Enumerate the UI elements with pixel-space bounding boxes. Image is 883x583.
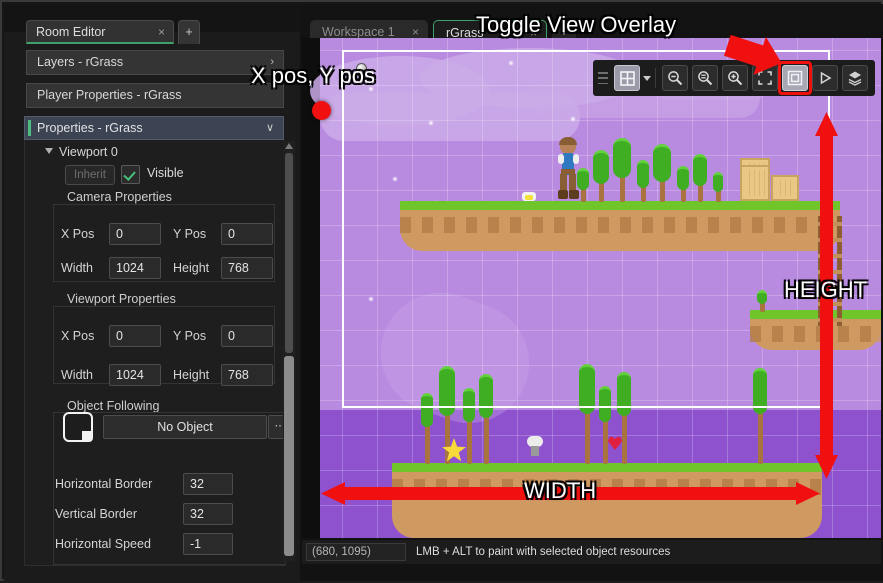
- game-scene: [310, 38, 881, 538]
- camera-properties-title: Camera Properties: [67, 190, 172, 204]
- scroll-up-arrow-icon[interactable]: [285, 143, 293, 149]
- zoom-reset-icon[interactable]: [692, 65, 718, 91]
- sheep-sprite: [527, 436, 543, 462]
- editor-statusbar: (680, 1095) LMB + ALT to paint with sele…: [302, 540, 881, 564]
- statusbar-hint: LMB + ALT to paint with selected object …: [416, 546, 671, 558]
- zoom-out-icon[interactable]: [662, 65, 688, 91]
- chevron-down-icon[interactable]: [643, 75, 651, 81]
- chevron-down-icon[interactable]: ∨: [266, 117, 274, 139]
- room-canvas[interactable]: [302, 38, 881, 538]
- app-window: Room Editor × + Layers - rGrass › Player…: [0, 0, 883, 581]
- layers-icon[interactable]: [842, 65, 868, 91]
- inherit-button[interactable]: Inherit: [65, 165, 115, 185]
- selected-accent-bar: [28, 120, 31, 136]
- visible-checkbox[interactable]: [121, 165, 140, 184]
- left-properties-panel: Room Editor × + Layers - rGrass › Player…: [4, 4, 300, 581]
- camera-x-pos-label: X Pos: [61, 227, 95, 241]
- cursor-coordinates: (680, 1095): [306, 543, 406, 561]
- platform-bottom: [392, 463, 822, 538]
- viewport-height-label: Height: [173, 368, 210, 382]
- disclosure-triangle-icon[interactable]: [45, 148, 53, 154]
- viewport-properties-title: Viewport Properties: [67, 292, 176, 306]
- toggle-view-overlay-icon[interactable]: [778, 61, 812, 95]
- properties-panel-header[interactable]: Properties - rGrass ∨: [24, 116, 284, 140]
- left-tabstrip: Room Editor × +: [4, 4, 300, 44]
- editor-toolbar: [593, 60, 875, 96]
- camera-height-label: Height: [173, 261, 210, 275]
- xy-origin-dot: [312, 101, 331, 120]
- tab-workspace-1-label: Workspace 1: [322, 25, 395, 39]
- viewport-y-pos-input[interactable]: 0: [221, 325, 273, 347]
- visible-label: Visible: [147, 166, 184, 180]
- viewport-tree-label: Viewport 0: [59, 145, 118, 159]
- camera-width-label: Width: [61, 261, 93, 275]
- scrollbar-thumb[interactable]: [284, 356, 294, 556]
- heart-sprite: [608, 436, 622, 450]
- camera-height-input[interactable]: 768: [221, 257, 273, 279]
- horizontal-border-input[interactable]: 32: [183, 473, 233, 495]
- editor-tabstrip: Workspace 1 × rGrass × +: [300, 4, 883, 46]
- camera-y-pos-label: Y Pos: [173, 227, 207, 241]
- viewport-overlay-rect: [342, 50, 830, 408]
- camera-width-input[interactable]: 1024: [109, 257, 161, 279]
- viewport-x-pos-label: X Pos: [61, 329, 95, 343]
- horizontal-border-label: Horizontal Border: [55, 477, 153, 491]
- grid-icon[interactable]: [614, 65, 640, 91]
- toolbar-grip-icon[interactable]: [598, 72, 608, 84]
- play-icon[interactable]: [812, 65, 838, 91]
- properties-panel-title: Properties - rGrass: [37, 121, 143, 135]
- close-icon[interactable]: ×: [158, 21, 165, 44]
- properties-panel-body: Viewport 0 Inherit Visible Camera Proper…: [24, 140, 286, 566]
- scrollbar-thumb-upper[interactable]: [285, 153, 293, 353]
- zoom-in-icon[interactable]: [722, 65, 748, 91]
- tab-room-editor[interactable]: Room Editor ×: [26, 20, 174, 44]
- room-editor-area: Workspace 1 × rGrass × + (680, 1095) LMB…: [300, 4, 883, 581]
- fit-to-screen-icon[interactable]: [752, 65, 778, 91]
- vertical-border-input[interactable]: 32: [183, 503, 233, 525]
- vertical-border-label: Vertical Border: [55, 507, 137, 521]
- layers-panel-label: Layers - rGrass: [37, 55, 124, 69]
- viewport-y-pos-label: Y Pos: [173, 329, 207, 343]
- tab-room-editor-label: Room Editor: [36, 25, 106, 39]
- horizontal-speed-label: Horizontal Speed: [55, 537, 151, 551]
- viewport-height-input[interactable]: 768: [221, 364, 273, 386]
- object-thumbnail: [63, 412, 93, 442]
- camera-x-pos-input[interactable]: 0: [109, 223, 161, 245]
- highlight-box: [778, 61, 812, 95]
- horizontal-speed-input[interactable]: -1: [183, 533, 233, 555]
- player-properties-panel-bar[interactable]: Player Properties - rGrass: [26, 83, 284, 108]
- layers-panel-bar[interactable]: Layers - rGrass ›: [26, 50, 284, 75]
- viewport-width-input[interactable]: 1024: [109, 364, 161, 386]
- star-sprite: [442, 438, 466, 462]
- chevron-right-icon[interactable]: ›: [270, 51, 274, 74]
- add-tab-button[interactable]: +: [178, 20, 200, 44]
- properties-scrollbar[interactable]: [283, 141, 295, 561]
- object-following-select[interactable]: No Object: [103, 415, 267, 439]
- viewport-x-pos-input[interactable]: 0: [109, 325, 161, 347]
- player-properties-label: Player Properties - rGrass: [37, 88, 182, 102]
- viewport-tree-row[interactable]: Viewport 0: [45, 145, 118, 159]
- toolbar-separator: [655, 68, 656, 88]
- viewport-width-label: Width: [61, 368, 93, 382]
- object-following-title: Object Following: [67, 399, 160, 413]
- camera-y-pos-input[interactable]: 0: [221, 223, 273, 245]
